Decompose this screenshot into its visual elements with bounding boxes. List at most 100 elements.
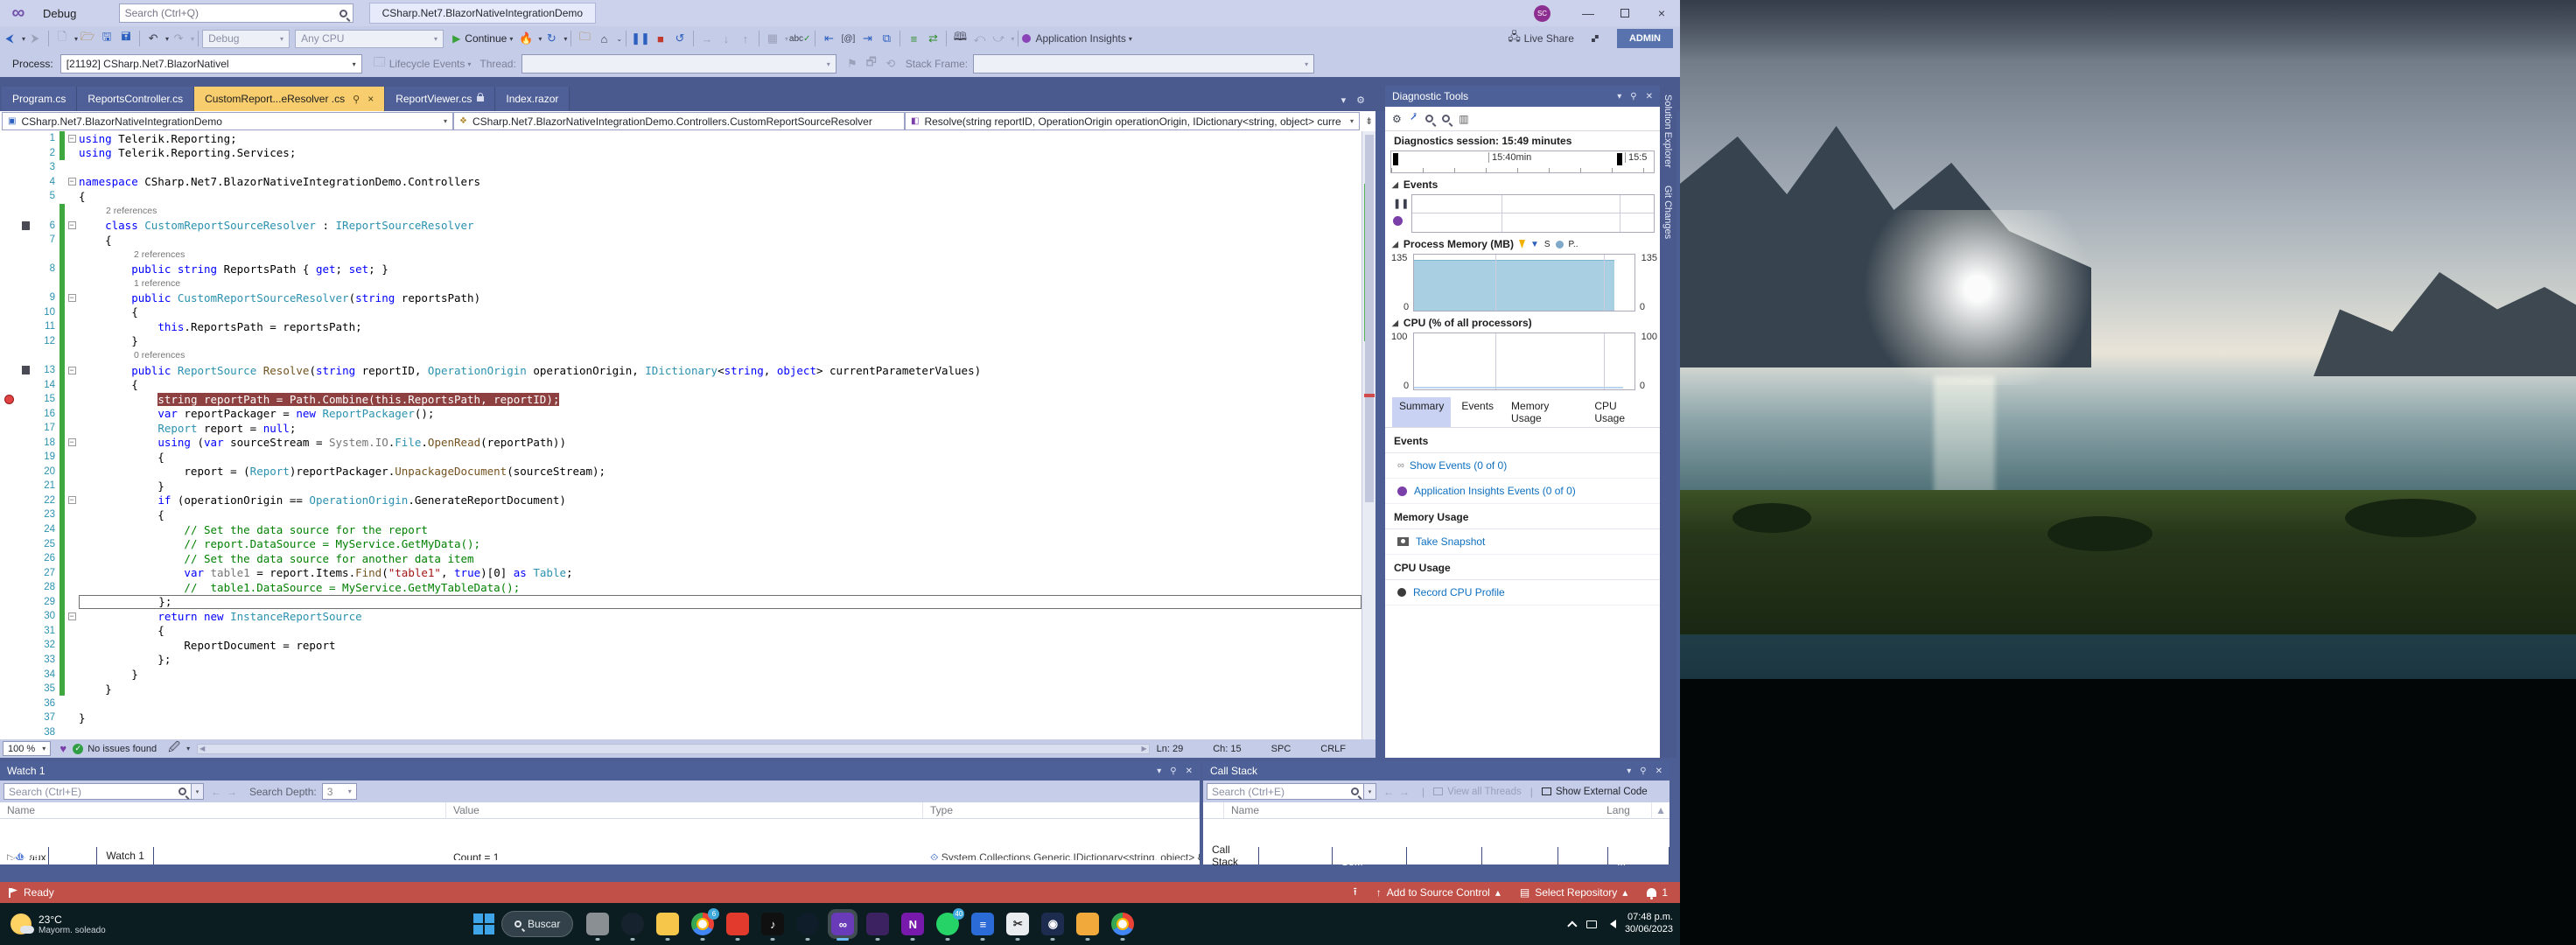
breakpoint-gutter[interactable] bbox=[0, 204, 18, 219]
redo-icon[interactable]: ↷ bbox=[170, 29, 187, 48]
tab-reportviewer-cs[interactable]: ReportViewer.cs bbox=[385, 87, 495, 111]
codelens-row[interactable]: 0 references bbox=[0, 348, 1362, 363]
panel-menu-icon[interactable]: ▾ bbox=[1627, 766, 1631, 776]
continue-button[interactable]: ▶Continue▾ bbox=[452, 32, 513, 45]
code-line[interactable]: 16 var reportPackager = new ReportPackag… bbox=[0, 406, 1362, 421]
panel-pin-icon[interactable]: ⚲ bbox=[1170, 766, 1176, 776]
undo-icon[interactable]: ↶ bbox=[144, 29, 162, 48]
diag-tab-memory-usage[interactable]: Memory Usage bbox=[1504, 397, 1584, 427]
diag-settings-icon[interactable]: ⚙ bbox=[1392, 113, 1402, 125]
breakpoint-gutter[interactable] bbox=[0, 609, 18, 624]
hot-reload-icon[interactable]: 🔥 bbox=[517, 29, 535, 48]
search-depth-dropdown[interactable]: 3▾ bbox=[322, 783, 357, 800]
close-button[interactable]: × bbox=[1643, 0, 1680, 26]
editor-zoom-dropdown[interactable]: 100 %▾ bbox=[3, 741, 51, 756]
tray-overflow-icon[interactable] bbox=[1567, 920, 1577, 930]
taskbar-app-orange-app[interactable] bbox=[1076, 913, 1099, 935]
tab-index-razor[interactable]: Index.razor bbox=[495, 87, 570, 111]
frames-icon[interactable]: 🗗 bbox=[863, 54, 880, 74]
panel-pin-icon[interactable]: ⚲ bbox=[1630, 92, 1636, 102]
fold-toggle-icon[interactable]: − bbox=[68, 135, 76, 143]
network-icon[interactable] bbox=[1586, 920, 1597, 928]
panel-tab-autos[interactable]: Autos bbox=[4, 847, 49, 864]
breakpoint-gutter[interactable] bbox=[0, 146, 18, 161]
breakpoint-gutter[interactable] bbox=[0, 565, 18, 580]
code-line[interactable]: 2using Telerik.Reporting.Services; bbox=[0, 146, 1362, 161]
code-line[interactable]: 30− return new InstanceReportSource bbox=[0, 609, 1362, 624]
events-section-header[interactable]: Events bbox=[1404, 178, 1438, 191]
codelens-row[interactable]: 1 reference bbox=[0, 276, 1362, 290]
stack-frame-dropdown[interactable]: ▾ bbox=[973, 54, 1314, 74]
tab-settings-icon[interactable]: ⚙ bbox=[1356, 94, 1365, 106]
panel-menu-icon[interactable]: ▾ bbox=[1617, 92, 1621, 102]
panel-tab-locals[interactable]: Locals bbox=[49, 847, 98, 864]
issues-label[interactable]: No issues found bbox=[88, 744, 157, 754]
taskbar-app-visual-studio[interactable]: ∞ bbox=[831, 913, 854, 935]
code-line[interactable]: 17 Report report = null; bbox=[0, 421, 1362, 436]
format-doc-icon[interactable]: ⧉ bbox=[878, 29, 895, 48]
save-icon[interactable]: 🖫 bbox=[98, 29, 116, 48]
breakpoint-gutter[interactable] bbox=[0, 218, 18, 233]
code-editor[interactable]: 1−using Telerik.Reporting;2using Telerik… bbox=[0, 131, 1362, 739]
panel-menu-icon[interactable]: ▾ bbox=[1157, 766, 1161, 776]
breakpoint-gutter[interactable] bbox=[0, 710, 18, 725]
spell-check-icon[interactable]: abc✓ bbox=[789, 29, 811, 48]
home-icon[interactable]: ⌂ bbox=[595, 29, 612, 48]
stop-icon[interactable]: ■ bbox=[652, 29, 669, 48]
feedback-icon[interactable]: 🙾 bbox=[1586, 29, 1604, 48]
fold-toggle-icon[interactable]: − bbox=[68, 496, 76, 504]
status-spaces[interactable]: SPC bbox=[1271, 744, 1292, 754]
restart-icon[interactable]: ↻ bbox=[542, 29, 560, 48]
breakpoint-gutter[interactable] bbox=[0, 348, 18, 363]
breakpoint-gutter[interactable] bbox=[0, 435, 18, 450]
diagnostics-grid-icon[interactable]: ▦ bbox=[764, 29, 781, 48]
watch-search-input[interactable]: Search (Ctrl+E) bbox=[4, 783, 192, 800]
watch-search-dropdown-icon[interactable]: ▾ bbox=[192, 783, 204, 800]
tab-reportscontroller-cs[interactable]: ReportsController.cs bbox=[77, 87, 194, 111]
code-line[interactable]: 32 ReportDocument = report bbox=[0, 638, 1362, 653]
breakpoint-gutter[interactable] bbox=[0, 290, 18, 305]
codelens-row[interactable]: 2 references bbox=[0, 247, 1362, 262]
breakpoint-gutter[interactable] bbox=[0, 653, 18, 668]
summary-action-row[interactable]: ∞Show Events (0 of 0) bbox=[1385, 453, 1660, 479]
code-line[interactable]: 15 string reportPath = Path.Combine(this… bbox=[0, 392, 1362, 407]
bookmark-icon[interactable]: 🕮 bbox=[951, 29, 969, 48]
code-line[interactable]: 11 this.ReportsPath = reportsPath; bbox=[0, 319, 1362, 334]
panel-tab-watch-1[interactable]: Watch 1 bbox=[97, 847, 154, 864]
watch-row[interactable]: ▷aux Count = 1 ⟐ System.Collections.Gene… bbox=[0, 850, 1200, 860]
breakpoint-gutter[interactable] bbox=[0, 247, 18, 262]
taskbar-app-photos-app[interactable]: ◉ bbox=[1041, 913, 1064, 935]
next-bookmark-icon[interactable]: ⤻ bbox=[990, 29, 1007, 48]
outdent-icon[interactable]: ⇤ bbox=[820, 29, 837, 48]
memory-section-header[interactable]: Process Memory (MB) bbox=[1404, 238, 1514, 250]
taskbar-app-snipping-tool[interactable] bbox=[586, 913, 609, 935]
new-file-icon[interactable]: 🗋 bbox=[53, 29, 71, 48]
split-editor-icon[interactable]: ⇟ bbox=[1365, 116, 1373, 127]
indent-icon[interactable]: ⇥ bbox=[858, 29, 876, 48]
line-spacing-icon[interactable]: ≡ bbox=[905, 29, 922, 48]
flag-threads-icon[interactable]: ⚑ bbox=[844, 54, 861, 74]
codelens-row[interactable]: 2 references bbox=[0, 204, 1362, 219]
taskbar-app-dark-music-app[interactable] bbox=[796, 913, 819, 935]
diag-zoom-out-icon[interactable] bbox=[1442, 115, 1450, 122]
step-out-icon[interactable]: ↑ bbox=[737, 29, 754, 48]
diag-tab-summary[interactable]: Summary bbox=[1392, 397, 1451, 427]
code-line[interactable]: 28 // table1.DataSource = MyService.GetM… bbox=[0, 580, 1362, 595]
taskbar-app-onenote[interactable]: N bbox=[901, 913, 924, 935]
scroll-up-icon[interactable]: ▲ bbox=[1652, 804, 1670, 816]
save-all-icon[interactable]: 🖬 bbox=[117, 29, 135, 48]
navigate-forward-icon[interactable]: ⮞ bbox=[26, 29, 44, 48]
publish-icon[interactable]: ⭱ bbox=[1354, 884, 1357, 902]
call-stack-nav-arrows[interactable]: ←→ bbox=[1383, 786, 1415, 798]
code-line[interactable]: 21 } bbox=[0, 479, 1362, 494]
watch-body[interactable]: ▷aux Count = 1 ⟐ System.Collections.Gene… bbox=[0, 819, 1200, 860]
breakpoint-gutter[interactable] bbox=[0, 696, 18, 710]
code-line[interactable]: 13− public ReportSource Resolve(string r… bbox=[0, 363, 1362, 378]
panel-pin-icon[interactable]: ⚲ bbox=[1640, 766, 1646, 776]
quick-search-input[interactable]: Search (Ctrl+Q) bbox=[119, 4, 354, 23]
panel-close-icon[interactable]: ✕ bbox=[1186, 766, 1193, 776]
breakpoint-gutter[interactable] bbox=[0, 363, 18, 378]
code-line[interactable]: 20 report = (Report)reportPackager.Unpac… bbox=[0, 465, 1362, 480]
diag-export-icon[interactable]: ⭷ bbox=[1410, 109, 1417, 128]
taskbar-app-file-explorer[interactable] bbox=[656, 913, 679, 935]
